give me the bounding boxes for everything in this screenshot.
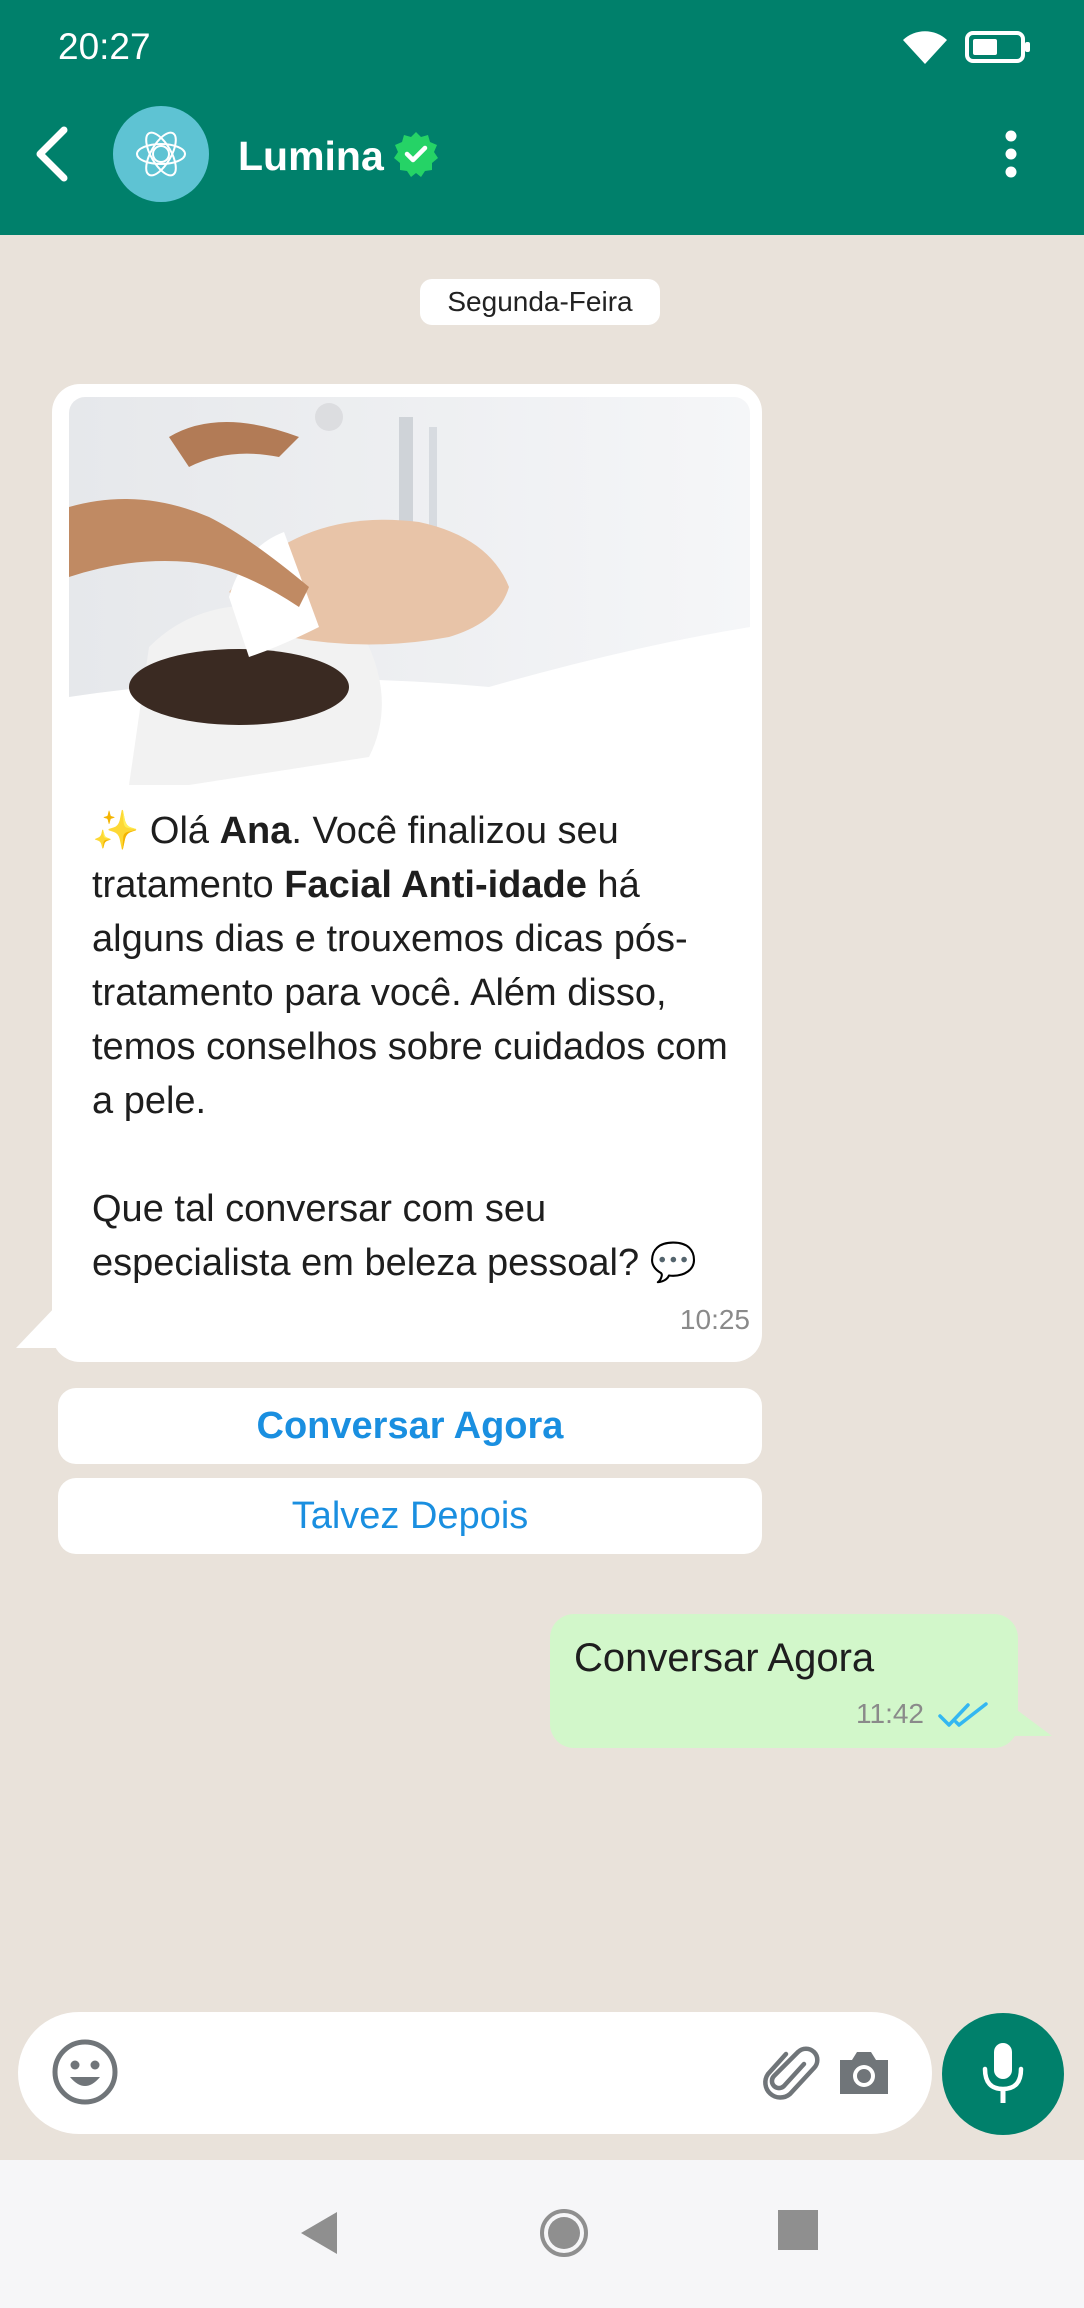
contact-avatar[interactable]	[113, 106, 209, 202]
date-separator: Segunda-Feira	[420, 279, 660, 325]
conversar-agora-button[interactable]: Conversar Agora	[58, 1388, 762, 1464]
sparkles-emoji-icon: ✨	[92, 810, 140, 852]
microphone-button[interactable]	[942, 2013, 1064, 2135]
facial-treatment-photo	[69, 397, 750, 785]
outgoing-message-time: 11:42	[856, 1698, 924, 1729]
verified-badge-icon	[394, 132, 438, 177]
outgoing-message-text: Conversar Agora	[574, 1636, 875, 1680]
paperclip-attach-icon[interactable]	[760, 2042, 822, 2104]
system-navigation-bar	[0, 2160, 1084, 2308]
more-options-icon[interactable]	[1000, 128, 1022, 180]
treatment-name: Facial Anti-idade	[284, 864, 587, 906]
talvez-depois-button[interactable]: Talvez Depois	[58, 1478, 762, 1554]
message-paragraph-2: Que tal conversar com seu especialista e…	[92, 1188, 697, 1284]
double-check-read-icon	[938, 1702, 988, 1727]
speech-bubble-emoji-icon: 💬	[649, 1242, 697, 1284]
promo-image[interactable]	[69, 397, 750, 785]
wifi-icon	[903, 31, 947, 64]
message-composer	[18, 2012, 932, 2134]
nav-home-icon[interactable]	[538, 2207, 590, 2259]
emoji-icon[interactable]	[50, 2037, 120, 2107]
back-arrow-icon[interactable]	[30, 124, 74, 184]
status-time: 20:27	[58, 26, 151, 67]
microphone-icon	[982, 2043, 1024, 2103]
outgoing-message: Conversar Agora 11:42	[550, 1614, 1018, 1748]
message-paragraph-1: ✨ Olá Ana. Você finalizou seu tratamento…	[92, 810, 728, 1122]
incoming-message-text: ✨ Olá Ana. Você finalizou seu tratamento…	[92, 804, 742, 1290]
lumina-logo-icon	[136, 131, 186, 177]
nav-back-icon[interactable]	[297, 2210, 341, 2256]
message-input[interactable]	[138, 2042, 742, 2106]
chat-header: 20:27 Lumina	[0, 0, 1084, 235]
contact-name[interactable]: Lumina	[238, 133, 384, 180]
camera-icon[interactable]	[836, 2048, 892, 2096]
incoming-message: ✨ Olá Ana. Você finalizou seu tratamento…	[52, 384, 762, 1362]
customer-name: Ana	[219, 810, 292, 852]
incoming-message-time: 10:25	[679, 1304, 750, 1335]
battery-icon	[965, 31, 1030, 63]
nav-recents-icon[interactable]	[778, 2210, 818, 2250]
